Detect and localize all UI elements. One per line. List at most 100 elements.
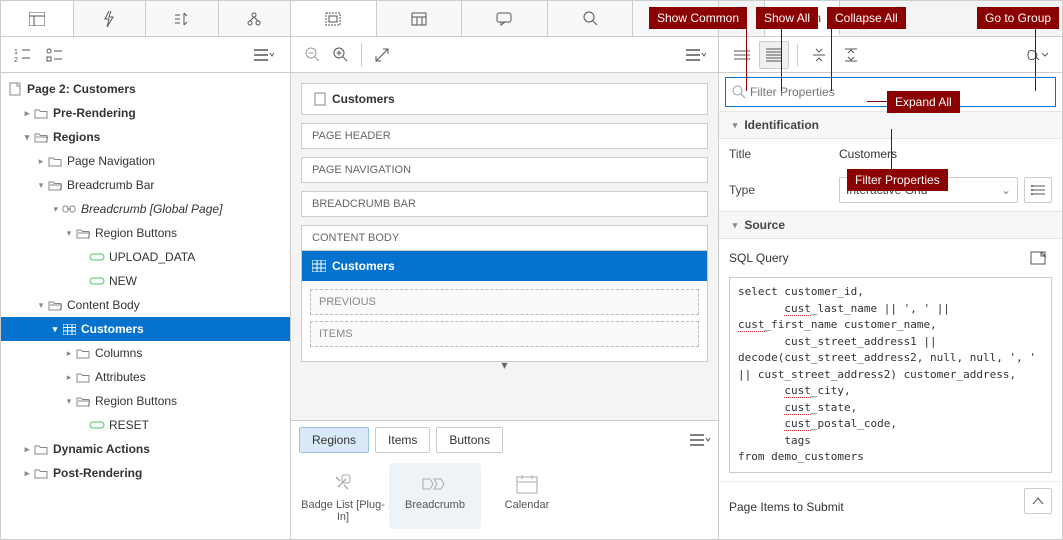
tree-node[interactable]: Dynamic Actions — [1, 437, 290, 461]
right-sub-toolbar — [719, 37, 1062, 73]
gallery-tab-buttons[interactable]: Buttons — [436, 427, 503, 453]
tab-dynamic-actions[interactable] — [74, 1, 147, 36]
go-to-group-button[interactable] — [1022, 41, 1052, 69]
callout-collapse-all: Collapse All — [827, 7, 906, 29]
collapse-handle[interactable]: ▾ — [301, 362, 708, 372]
region-label: BREADCRUMB BAR — [312, 198, 416, 210]
tree-node[interactable]: Pre-Rendering — [1, 101, 290, 125]
page-title-node[interactable]: Page 2: Customers — [1, 77, 290, 101]
tab-rendering[interactable] — [1, 1, 74, 36]
callout-show-all: Show All — [756, 7, 818, 29]
svg-text:2: 2 — [14, 57, 18, 63]
region-breadcrumb-bar[interactable]: BREADCRUMB BAR — [301, 191, 708, 217]
slot-previous[interactable]: PREVIOUS — [310, 289, 699, 315]
folder-icon — [75, 372, 91, 383]
scroll-to-top-button[interactable] — [1024, 488, 1052, 514]
zoom-in-button[interactable] — [327, 41, 355, 69]
tree-node[interactable]: Breadcrumb Bar — [1, 173, 290, 197]
type-options-button[interactable] — [1024, 177, 1052, 203]
region-customers-top[interactable]: Customers — [301, 83, 708, 115]
folder-open-icon — [33, 132, 49, 143]
region-label: PAGE NAVIGATION — [312, 164, 411, 176]
region-label: Customers — [332, 92, 395, 106]
right-panel: Region Identification Title Customers Ty… — [719, 1, 1062, 539]
tab-shared[interactable] — [219, 1, 291, 36]
tree-node[interactable]: Attributes — [1, 365, 290, 389]
pill-icon — [89, 421, 105, 429]
expand-layout-button[interactable] — [368, 41, 396, 69]
show-common-button[interactable] — [727, 41, 757, 69]
tree-node[interactable]: Region Buttons — [1, 389, 290, 413]
callout-expand-all: Expand All — [887, 91, 960, 113]
tree-node-label: Region Buttons — [95, 226, 177, 240]
tree-node[interactable]: UPLOAD_DATA — [1, 245, 290, 269]
center-menu-button[interactable] — [682, 41, 710, 69]
expand-all-button[interactable] — [836, 41, 866, 69]
gallery-tabs: Regions Items Buttons — [291, 421, 718, 459]
page-items-label: Page Items to Submit — [729, 500, 844, 514]
region-page-navigation[interactable]: PAGE NAVIGATION — [301, 157, 708, 183]
folder-icon — [75, 348, 91, 359]
layout-tab[interactable] — [291, 1, 377, 36]
region-page-header[interactable]: PAGE HEADER — [301, 123, 708, 149]
callout-show-common: Show Common — [649, 7, 747, 29]
tree-node[interactable]: Regions — [1, 125, 290, 149]
page-title-label: Page 2: Customers — [27, 82, 136, 96]
region-label: PAGE HEADER — [312, 130, 391, 142]
tree-node-label: Pre-Rendering — [53, 106, 136, 120]
folder-open-icon — [47, 180, 63, 191]
callout-filter-properties: Filter Properties — [847, 169, 948, 191]
sql-query-editor[interactable]: select customer_id, cust_last_name || ',… — [729, 277, 1052, 473]
gallery-item-calendar[interactable]: Calendar — [481, 463, 573, 529]
tree-node-label: Columns — [95, 346, 142, 360]
tree-node[interactable]: Breadcrumb [Global Page] — [1, 197, 290, 221]
calendar-icon — [483, 469, 571, 499]
folder-open-icon — [75, 396, 91, 407]
folder-open-icon — [47, 300, 63, 311]
component-view-tab[interactable] — [377, 1, 463, 36]
slot-items[interactable]: ITEMS — [310, 321, 699, 347]
tree-node[interactable]: Region Buttons — [1, 221, 290, 245]
section-source[interactable]: Source — [719, 211, 1062, 239]
zoom-out-button[interactable] — [299, 41, 327, 69]
folder-icon — [47, 156, 63, 167]
tree-node-label: NEW — [109, 274, 137, 288]
chevron-down-icon — [729, 220, 741, 231]
folder-icon — [33, 108, 49, 119]
sort-type-button[interactable] — [41, 41, 69, 69]
code-editor-button[interactable] — [1024, 245, 1052, 271]
messages-tab[interactable] — [462, 1, 548, 36]
svg-text:1: 1 — [14, 49, 18, 56]
region-interactive-grid[interactable]: Customers PREVIOUS ITEMS — [301, 250, 708, 362]
collapse-all-button[interactable] — [804, 41, 834, 69]
tree-node[interactable]: Post-Rendering — [1, 461, 290, 485]
search-tab[interactable] — [548, 1, 634, 36]
tree-node[interactable]: Page Navigation — [1, 149, 290, 173]
prop-title-label: Title — [729, 147, 839, 161]
gallery-tab-regions[interactable]: Regions — [299, 427, 369, 453]
tree-node[interactable]: RESET — [1, 413, 290, 437]
tree-node-label: Post-Rendering — [53, 466, 142, 480]
gallery-item-label: Badge List [Plug-In] — [301, 499, 385, 523]
sort-numeric-button[interactable]: 12 — [9, 41, 37, 69]
sql-query-label-row: SQL Query — [719, 239, 1062, 277]
show-all-button[interactable] — [759, 41, 789, 69]
folder-icon — [33, 444, 49, 455]
prop-title-value[interactable]: Customers — [839, 147, 1052, 161]
gallery-item-badge[interactable]: Badge List [Plug-In] — [297, 463, 389, 529]
gallery-items: Badge List [Plug-In] Breadcrumb Calendar — [291, 459, 718, 539]
ig-title: Customers — [332, 259, 395, 273]
menu-button[interactable] — [250, 41, 278, 69]
gallery-item-breadcrumb[interactable]: Breadcrumb — [389, 463, 481, 529]
tree-node[interactable]: Columns — [1, 341, 290, 365]
tab-processing[interactable] — [146, 1, 219, 36]
gallery-menu-button[interactable] — [690, 433, 710, 447]
gallery-item-label: Calendar — [505, 499, 550, 511]
tree-node-label: Attributes — [95, 370, 146, 384]
link-icon — [61, 204, 77, 214]
tree-node[interactable]: NEW — [1, 269, 290, 293]
tree-node[interactable]: Customers — [1, 317, 290, 341]
tree-node[interactable]: Content Body — [1, 293, 290, 317]
gallery-tab-items[interactable]: Items — [375, 427, 430, 453]
tree-node-label: Regions — [53, 130, 100, 144]
